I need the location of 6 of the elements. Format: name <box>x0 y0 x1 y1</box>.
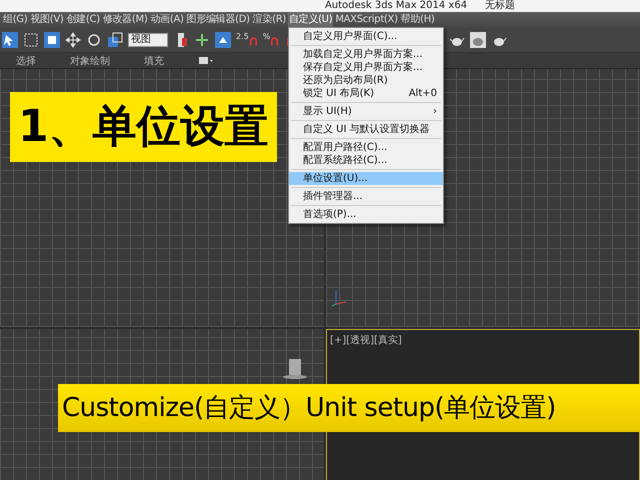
document-title: 无标题 <box>485 0 516 12</box>
submenu-arrow: › <box>432 105 437 118</box>
window-title: Autodesk 3ds Max 2014 x64 <box>324 0 468 12</box>
shortcut-label: Alt+0 <box>408 87 437 100</box>
subtitle-banner-toast: Customize(自定义）Unit setup(单位设置) <box>58 384 640 432</box>
caption-heading: 1、单位设置 <box>10 92 277 162</box>
